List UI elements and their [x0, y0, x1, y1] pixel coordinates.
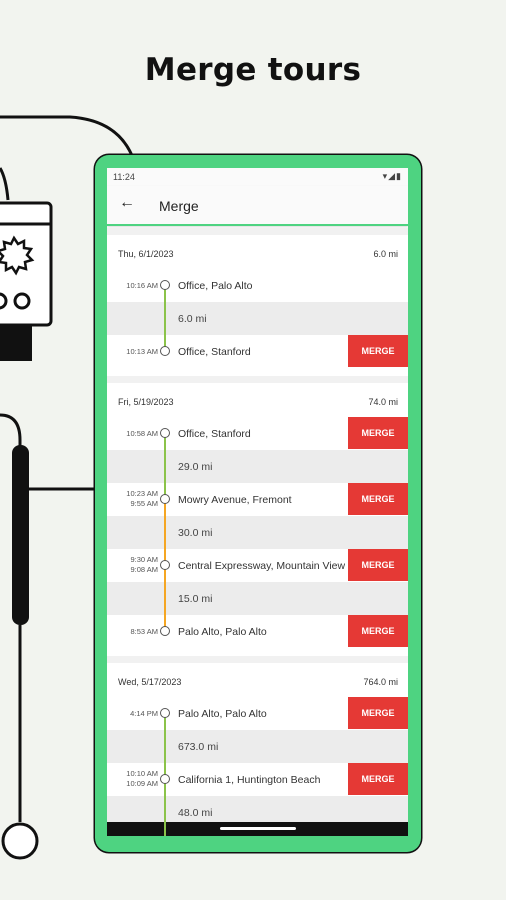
stop-row: 10:58 AM Office, Stanford MERGE — [107, 417, 408, 450]
handle-bar — [12, 445, 29, 625]
merge-button[interactable]: MERGE — [348, 483, 408, 515]
day-date: Wed, 5/17/2023 — [118, 677, 182, 687]
home-handle[interactable] — [220, 827, 296, 830]
merge-button[interactable]: MERGE — [348, 697, 408, 729]
stop-dot — [160, 494, 170, 504]
stop-row: 10:13 AM Office, Stanford MERGE — [107, 335, 408, 368]
tour-list[interactable]: Thu, 6/1/2023 6.0 mi 10:16 AM Office, Pa… — [107, 228, 408, 836]
arrow-left-icon[interactable]: ← — [119, 194, 135, 212]
departure-time: 9:08 AM — [130, 565, 158, 574]
segment-row: 15.0 mi — [107, 568, 408, 629]
stop-dot — [160, 280, 170, 290]
day-date: Thu, 6/1/2023 — [118, 249, 174, 259]
arrival-time: 10:10 AM — [126, 769, 158, 778]
stop-row: 10:16 AM Office, Palo Alto — [107, 269, 408, 302]
day-header: Fri, 5/19/2023 74.0 mi — [107, 383, 408, 417]
stop-time: 10:23 AM 9:55 AM — [126, 489, 158, 509]
arrival-time: 9:30 AM — [130, 555, 158, 564]
gesture-nav-bar — [107, 822, 408, 836]
segment-distance: 6.0 mi — [178, 313, 207, 325]
stop-place: Palo Alto, Palo Alto — [178, 708, 267, 720]
stop-place: California 1, Huntington Beach — [178, 774, 321, 786]
stop-time: 4:14 PM — [130, 709, 158, 718]
signal-battery-icon: ▾◢▮ — [382, 171, 402, 181]
stop-dot — [160, 774, 170, 784]
departure-time: 9:55 AM — [130, 499, 158, 508]
route-line — [164, 288, 166, 349]
stop-time: 10:13 AM — [126, 347, 158, 356]
stop-dot — [160, 346, 170, 356]
stop-row: 10:23 AM 9:55 AM Mowry Avenue, Fremont ME… — [107, 483, 408, 516]
phone-screen: 11:24 ▾◢▮ ← Merge Thu, 6/1/2023 6.0 mi 1… — [107, 168, 408, 836]
route-line — [164, 502, 166, 563]
page-title: Merge — [159, 198, 199, 214]
segment-row: 30.0 mi — [107, 502, 408, 563]
day-header: Wed, 5/17/2023 764.0 mi — [107, 663, 408, 697]
stop-dot — [160, 708, 170, 718]
merge-button[interactable]: MERGE — [348, 335, 408, 367]
segment-distance: 30.0 mi — [178, 527, 213, 539]
day-distance: 764.0 mi — [363, 677, 398, 687]
stop-dot — [160, 428, 170, 438]
day-header: Thu, 6/1/2023 6.0 mi — [107, 235, 408, 269]
day-group: Wed, 5/17/2023 764.0 mi 4:14 PM Palo Alt… — [107, 656, 408, 836]
status-time: 11:24 — [113, 172, 135, 182]
stop-time: 10:10 AM 10:09 AM — [126, 769, 158, 789]
segment-row: 673.0 mi — [107, 716, 408, 777]
status-bar: 11:24 ▾◢▮ — [107, 168, 408, 186]
stop-place: Central Expressway, Mountain View — [178, 560, 346, 572]
stop-place: Palo Alto, Palo Alto — [178, 626, 267, 638]
stop-place: Office, Stanford — [178, 346, 251, 358]
segment-row: 29.0 mi — [107, 436, 408, 497]
stop-row: 4:14 PM Palo Alto, Palo Alto MERGE — [107, 697, 408, 730]
route-line — [164, 716, 166, 777]
cable-curve — [0, 115, 135, 159]
stop-row: 9:30 AM 9:08 AM Central Expressway, Mount… — [107, 549, 408, 582]
route-line — [164, 568, 166, 629]
merge-button[interactable]: MERGE — [348, 417, 408, 449]
day-distance: 74.0 mi — [368, 397, 398, 407]
stop-place: Mowry Avenue, Fremont — [178, 494, 292, 506]
merge-button[interactable]: MERGE — [348, 549, 408, 581]
route-line — [164, 782, 166, 836]
segment-distance: 673.0 mi — [178, 741, 219, 753]
stop-time: 10:58 AM — [126, 429, 158, 438]
route-line — [164, 436, 166, 497]
departure-time: 10:09 AM — [126, 779, 158, 788]
stop-dot — [160, 560, 170, 570]
stop-time: 9:30 AM 9:08 AM — [130, 555, 158, 575]
segment-distance: 48.0 mi — [178, 807, 213, 819]
arrival-time: 10:23 AM — [126, 489, 158, 498]
stop-time: 10:16 AM — [126, 281, 158, 290]
merge-button[interactable]: MERGE — [348, 763, 408, 795]
cable-curve-inner — [0, 167, 10, 201]
segment-distance: 15.0 mi — [178, 593, 213, 605]
stop-dot — [160, 626, 170, 636]
merge-button[interactable]: MERGE — [348, 615, 408, 647]
stop-place: Office, Stanford — [178, 428, 251, 440]
day-group: Thu, 6/1/2023 6.0 mi 10:16 AM Office, Pa… — [107, 228, 408, 368]
day-distance: 6.0 mi — [373, 249, 398, 259]
stop-place: Office, Palo Alto — [178, 280, 253, 292]
stop-time: 8:53 AM — [130, 627, 158, 636]
segment-row: 6.0 mi — [107, 288, 408, 349]
day-date: Fri, 5/19/2023 — [118, 397, 174, 407]
day-group: Fri, 5/19/2023 74.0 mi 10:58 AM Office, … — [107, 376, 408, 648]
segment-distance: 29.0 mi — [178, 461, 213, 473]
stop-row: 10:10 AM 10:09 AM California 1, Huntingto… — [107, 763, 408, 796]
stop-row: 8:53 AM Palo Alto, Palo Alto MERGE — [107, 615, 408, 648]
app-bar: ← Merge — [107, 186, 408, 226]
